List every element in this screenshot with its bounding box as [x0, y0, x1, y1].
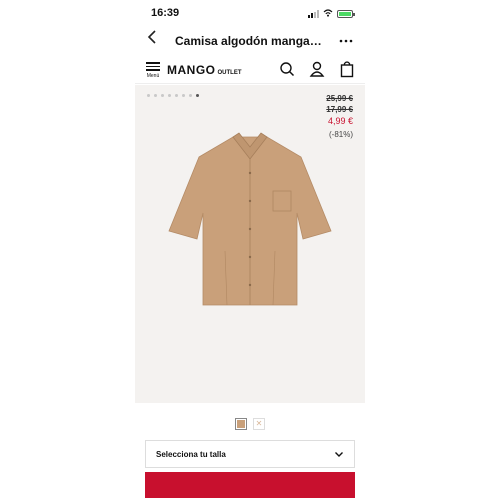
status-bar: 16:39 — [135, 0, 365, 28]
back-icon[interactable] — [147, 30, 157, 50]
size-select-label: Selecciona tu talla — [156, 449, 226, 459]
logo-main: MANGO — [167, 63, 216, 77]
gallery-dot[interactable] — [161, 94, 164, 97]
gallery-dots — [147, 94, 199, 97]
add-to-bag-button[interactable] — [145, 472, 355, 498]
gallery-dot[interactable] — [189, 94, 192, 97]
signal-icon — [308, 9, 319, 18]
chevron-down-icon — [335, 452, 343, 457]
more-icon[interactable] — [339, 29, 353, 52]
menu-label: Menú — [146, 72, 160, 79]
gallery-dot[interactable] — [154, 94, 157, 97]
swatch-camel[interactable] — [235, 418, 247, 430]
menu-button[interactable]: Menú — [145, 60, 161, 79]
status-icons — [308, 9, 355, 18]
gallery-dot[interactable] — [175, 94, 178, 97]
gallery-dot[interactable] — [182, 94, 185, 97]
size-select[interactable]: Selecciona tu talla — [145, 440, 355, 468]
status-time: 16:39 — [151, 7, 180, 19]
battery-icon — [337, 9, 355, 18]
header-actions — [279, 60, 355, 78]
browser-nav: Camisa algodón manga aca... — [135, 28, 365, 54]
user-icon[interactable] — [309, 60, 325, 78]
bag-icon[interactable] — [339, 60, 355, 78]
wifi-icon — [323, 9, 333, 18]
product-image — [168, 132, 332, 306]
menu-icon — [146, 62, 160, 64]
search-icon[interactable] — [279, 60, 295, 78]
phone-screen: 16:39 Camisa algodón manga aca... Menú — [135, 0, 365, 498]
gallery-dot[interactable] — [168, 94, 171, 97]
gallery-dot[interactable] — [196, 94, 199, 97]
swatch-light-beige-icon: ✕ — [255, 419, 263, 428]
swatch-light-beige[interactable]: ✕ — [253, 418, 265, 430]
product-gallery[interactable]: 25,99 € 17,99 € 4,99 € (-81%) — [135, 85, 365, 403]
swatch-camel-color — [237, 420, 245, 428]
color-swatches: ✕ — [235, 418, 265, 430]
page-title: Camisa algodón manga aca... — [175, 34, 325, 48]
store-header: Menú MANGO OUTLET — [135, 56, 365, 84]
price-previous: 17,99 € — [326, 105, 353, 114]
gallery-dot[interactable] — [147, 94, 150, 97]
mango-outlet-logo[interactable]: MANGO OUTLET — [167, 63, 242, 77]
logo-sub: OUTLET — [217, 70, 242, 76]
price-original: 25,99 € — [326, 94, 353, 103]
